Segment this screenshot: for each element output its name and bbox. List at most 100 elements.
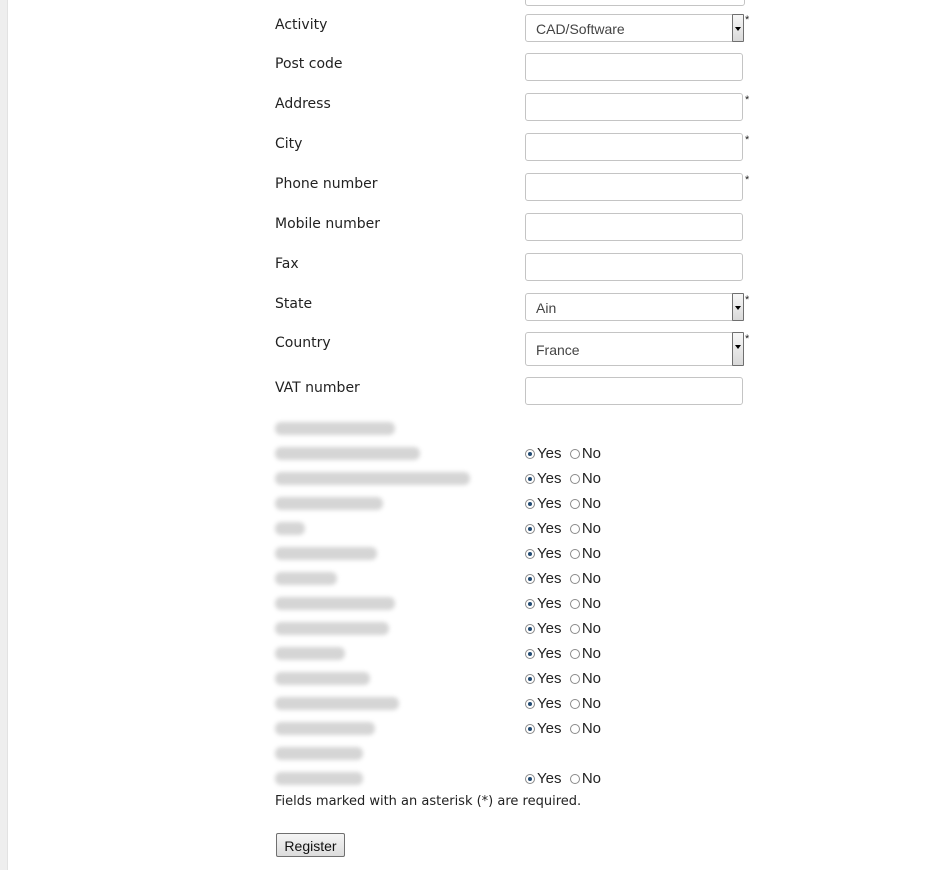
no-label: No [581, 570, 602, 587]
blurred-label [275, 447, 420, 460]
no-label: No [581, 470, 602, 487]
blurred-label [275, 547, 377, 560]
country-selected-value: France [536, 342, 580, 358]
no-label: No [581, 645, 602, 662]
country-select[interactable]: France [525, 332, 744, 366]
blurred-label [275, 597, 395, 610]
chevron-down-icon[interactable] [732, 14, 744, 42]
fax-field[interactable] [525, 253, 743, 281]
yes-radio[interactable] [525, 674, 535, 684]
fax-label: Fax [275, 256, 299, 272]
postcode-field[interactable] [525, 53, 743, 81]
yes-radio[interactable] [525, 599, 535, 609]
yes-label: Yes [537, 645, 562, 662]
no-label: No [581, 670, 602, 687]
chevron-down-icon[interactable] [732, 332, 744, 366]
city-label: City [275, 136, 303, 152]
blurred-label [275, 747, 363, 760]
required-fields-note: Fields marked with an asterisk (*) are r… [275, 794, 582, 809]
yes-no-radio-group: Yes No [525, 620, 601, 637]
mobile-field[interactable] [525, 213, 743, 241]
phone-field[interactable] [525, 173, 743, 201]
yes-no-radio-group: Yes No [525, 445, 601, 462]
yes-label: Yes [537, 620, 562, 637]
blurred-label [275, 422, 395, 435]
address-label: Address [275, 96, 331, 112]
yes-no-radio-group: Yes No [525, 770, 601, 787]
no-radio[interactable] [569, 724, 580, 734]
no-label: No [581, 545, 602, 562]
yes-label: Yes [537, 595, 562, 612]
no-radio[interactable] [569, 674, 580, 684]
required-marker: * [745, 294, 750, 306]
yes-radio[interactable] [525, 724, 535, 734]
no-label: No [581, 770, 602, 787]
blurred-label [275, 472, 470, 485]
yes-radio[interactable] [525, 574, 535, 584]
no-radio[interactable] [569, 474, 580, 484]
yes-no-radio-group: Yes No [525, 695, 601, 712]
blurred-label [275, 772, 363, 785]
no-label: No [581, 595, 602, 612]
no-label: No [581, 520, 602, 537]
yes-label: Yes [537, 720, 562, 737]
yes-radio[interactable] [525, 699, 535, 709]
activity-selected-value: CAD/Software [536, 21, 625, 37]
no-label: No [581, 720, 602, 737]
activity-select[interactable]: CAD/Software [525, 14, 744, 42]
yes-no-radio-group: Yes No [525, 545, 601, 562]
required-marker: * [745, 333, 750, 345]
no-radio[interactable] [569, 574, 580, 584]
blurred-label [275, 672, 370, 685]
chevron-down-icon[interactable] [732, 293, 744, 321]
yes-no-radio-group: Yes No [525, 670, 601, 687]
no-radio[interactable] [569, 499, 580, 509]
yes-radio[interactable] [525, 499, 535, 509]
yes-no-radio-group: Yes No [525, 595, 601, 612]
required-marker: * [745, 174, 750, 186]
yes-radio[interactable] [525, 524, 535, 534]
yes-label: Yes [537, 495, 562, 512]
postcode-label: Post code [275, 56, 343, 72]
yes-no-radio-group: Yes No [525, 720, 601, 737]
city-field[interactable] [525, 133, 743, 161]
vat-field[interactable] [525, 377, 743, 405]
required-marker: * [745, 14, 750, 26]
required-marker: * [745, 94, 750, 106]
yes-label: Yes [537, 770, 562, 787]
yes-label: Yes [537, 695, 562, 712]
address-field[interactable] [525, 93, 743, 121]
no-label: No [581, 620, 602, 637]
previous-field-input[interactable] [525, 0, 745, 6]
country-label: Country [275, 335, 331, 351]
yes-radio[interactable] [525, 449, 535, 459]
required-marker: * [745, 134, 750, 146]
yes-no-radio-group: Yes No [525, 470, 601, 487]
no-radio[interactable] [569, 774, 580, 784]
activity-label: Activity [275, 17, 328, 33]
yes-radio[interactable] [525, 649, 535, 659]
no-radio[interactable] [569, 599, 580, 609]
yes-radio[interactable] [525, 624, 535, 634]
yes-radio[interactable] [525, 549, 535, 559]
no-radio[interactable] [569, 549, 580, 559]
no-radio[interactable] [569, 524, 580, 534]
no-radio[interactable] [569, 449, 580, 459]
yes-label: Yes [537, 520, 562, 537]
blurred-label [275, 522, 305, 535]
page-left-border [0, 0, 8, 870]
register-button[interactable]: Register [276, 833, 345, 857]
yes-radio[interactable] [525, 474, 535, 484]
state-label: State [275, 296, 313, 312]
no-radio[interactable] [569, 624, 580, 634]
yes-no-radio-group: Yes No [525, 570, 601, 587]
no-label: No [581, 695, 602, 712]
yes-radio[interactable] [525, 774, 535, 784]
state-select[interactable]: Ain [525, 293, 744, 321]
yes-label: Yes [537, 470, 562, 487]
yes-no-radio-group: Yes No [525, 645, 601, 662]
no-radio[interactable] [569, 699, 580, 709]
no-radio[interactable] [569, 649, 580, 659]
yes-label: Yes [537, 545, 562, 562]
vat-label: VAT number [275, 380, 360, 396]
